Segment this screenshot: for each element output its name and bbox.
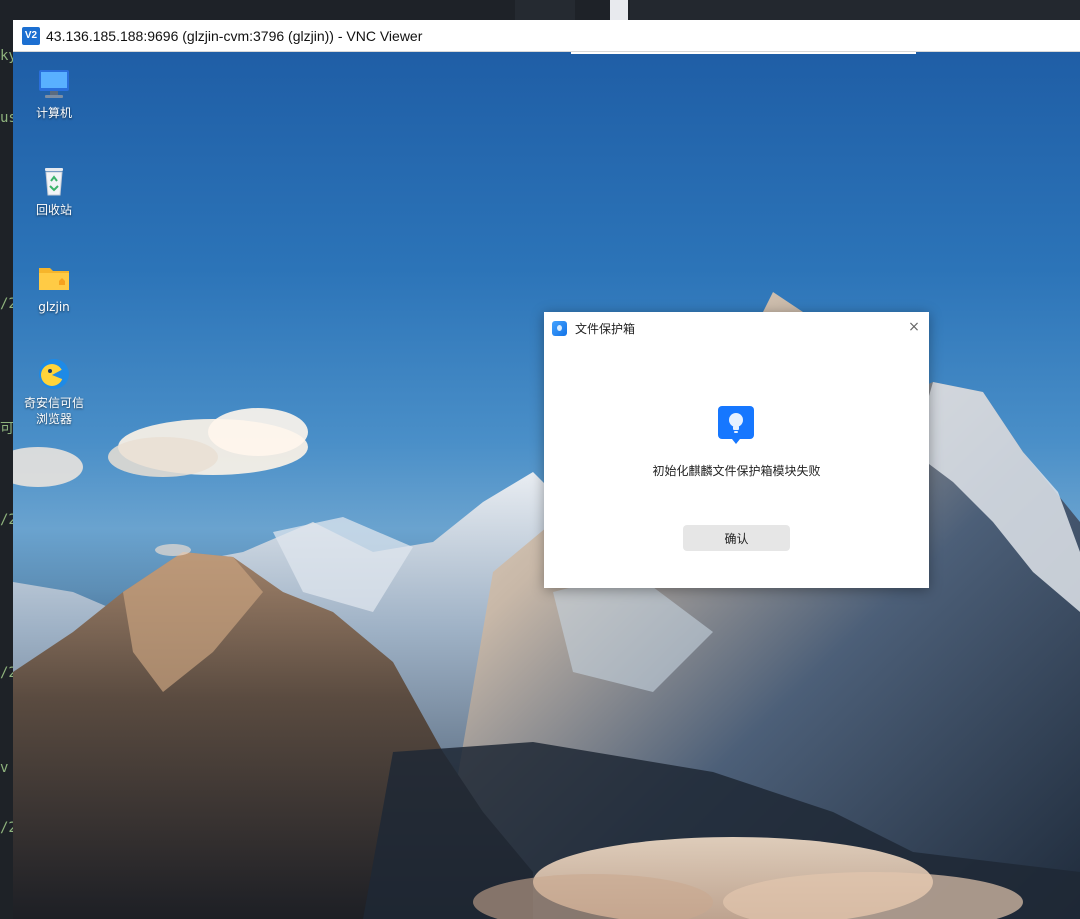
dialog-message: 初始化麒麟文件保护箱模块失败 [652,464,821,478]
confirm-button[interactable]: 确认 [683,525,790,551]
host-top-strip [0,0,1080,20]
recycle-bin-icon [37,164,71,198]
window-title: 43.136.185.188:9696 (glzjin-cvm:3796 (gl… [46,27,423,44]
desktop-icon-label: glzjin [38,300,70,314]
close-icon[interactable]: × [905,318,923,336]
dialog-titlebar[interactable]: 文件保护箱 × [544,312,929,344]
computer-icon [37,67,71,101]
desktop-icon-computer[interactable]: 计算机 [13,67,95,121]
desktop-icon-label: 浏览器 [35,412,72,426]
host-panel [630,0,1080,20]
host-text-fragment: v [0,760,9,776]
browser-icon [37,357,71,391]
vnc-viewer-icon: V2 [22,26,40,45]
dialog-title: 文件保护箱 [575,321,636,336]
lightbulb-icon [718,406,754,444]
host-text-fragment: 可 [0,421,13,437]
desktop-icon-label: 计算机 [35,106,72,120]
host-left-strip: ky us /2 可 /2 /2 v /2 [0,20,13,919]
host-text-fragment: /2 [0,296,13,312]
host-panel [515,0,575,20]
file-safe-app-icon [552,320,567,336]
host-text-fragment: /2 [0,820,13,836]
host-text-fragment: /2 [0,665,13,681]
desktop-icon-browser[interactable]: 奇安信可信 浏览器 [13,357,95,427]
folder-icon [37,261,71,295]
desktop-icon-label: 回收站 [35,203,72,217]
host-text-fragment: /2 [0,512,13,528]
host-text-fragment: us [0,110,13,126]
desktop-icon-recycle-bin[interactable]: 回收站 [13,164,95,218]
host-panel [610,0,628,20]
desktop-icon-home-folder[interactable]: glzjin [13,261,95,315]
host-text-fragment: ky [0,48,13,64]
desktop-icon-label: 奇安信可信 [23,396,84,410]
vnc-window-titlebar[interactable]: V2 43.136.185.188:9696 (glzjin-cvm:3796 … [13,20,1080,52]
file-safe-error-dialog: 文件保护箱 × 初始化麒麟文件保护箱模块失败 确认 [544,312,929,588]
